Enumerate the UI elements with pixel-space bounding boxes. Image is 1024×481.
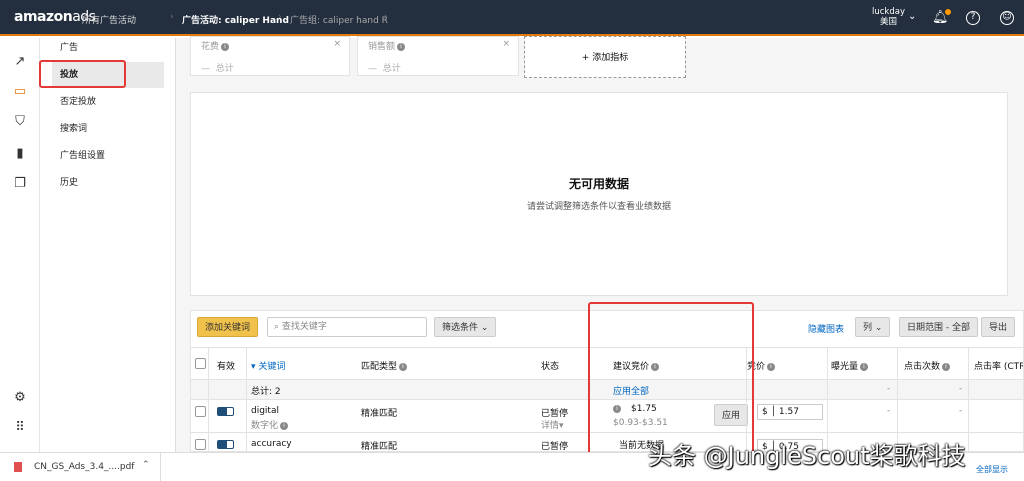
divider bbox=[246, 347, 247, 451]
watermark: 头条 @JungleScout桨歌科技 bbox=[648, 442, 966, 470]
highlight-box bbox=[39, 60, 126, 88]
pdf-file-icon bbox=[14, 462, 22, 472]
nav-item-ads[interactable]: 广告 bbox=[52, 35, 164, 61]
total-clicks: - bbox=[959, 384, 963, 394]
enabled-toggle[interactable] bbox=[217, 407, 234, 416]
nav-item-negative-targeting[interactable]: 否定投放 bbox=[52, 89, 164, 115]
info-icon: i bbox=[397, 42, 406, 51]
columns-dropdown[interactable]: 列 ⌄ bbox=[855, 317, 891, 337]
select-all-checkbox[interactable] bbox=[195, 358, 206, 369]
sub-nav: 广告 投放 否定投放 搜索词 广告组设置 历史 bbox=[40, 38, 176, 452]
help-icon[interactable]: ? bbox=[966, 11, 980, 25]
nav-item-search-terms[interactable]: 搜索词 bbox=[52, 116, 164, 142]
empty-chart-panel: 无可用数据 请尝试调整筛选条件以查看业绩数据 bbox=[190, 92, 1008, 296]
impressions: - bbox=[887, 406, 891, 416]
match-type: 精准匹配 bbox=[361, 442, 398, 452]
date-range-button[interactable]: 日期范围 - 全部 bbox=[899, 317, 978, 337]
col-match-type[interactable]: 匹配类型 i bbox=[361, 359, 408, 372]
col-enabled: 有效 bbox=[217, 362, 236, 372]
status: 已暂停 bbox=[541, 442, 569, 452]
metric-card-spend[interactable]: 花费 i × — 总计 bbox=[190, 36, 350, 76]
col-keyword[interactable]: ▾ 关键词 bbox=[251, 359, 285, 372]
account-icon[interactable]: ☺ bbox=[1000, 11, 1014, 25]
row-checkbox[interactable] bbox=[195, 439, 206, 450]
metric-title: 花费 i bbox=[201, 39, 230, 52]
icon-rail: ↗ ▭ ⛉ ▮ ❐ ⚙ ⠿ bbox=[0, 38, 40, 452]
col-status[interactable]: 状态 bbox=[541, 359, 559, 372]
gallery-icon[interactable]: ❐ bbox=[12, 176, 28, 192]
show-all-downloads-link[interactable]: 全部显示 bbox=[976, 464, 1008, 475]
apps-grid-icon[interactable]: ⠿ bbox=[12, 420, 28, 436]
divider bbox=[968, 347, 969, 451]
notification-dot bbox=[945, 9, 951, 15]
add-metric-button[interactable]: + 添加指标 bbox=[524, 36, 686, 78]
breadcrumb-separator: › bbox=[170, 12, 174, 22]
nav-item-ad-group-settings[interactable]: 广告组设置 bbox=[52, 143, 164, 169]
download-file-name[interactable]: CN_GS_Ads_3.4_....pdf bbox=[34, 462, 134, 472]
row-checkbox[interactable] bbox=[195, 406, 206, 417]
match-type: 精准匹配 bbox=[361, 409, 398, 419]
user-name: luckday bbox=[872, 7, 905, 17]
gear-icon[interactable]: ⚙ bbox=[12, 390, 28, 406]
chevron-right-icon: › bbox=[384, 12, 388, 22]
hide-chart-link[interactable]: 隐藏图表 bbox=[808, 322, 844, 335]
col-impressions[interactable]: 曝光量 i bbox=[831, 359, 869, 372]
chevron-down-icon[interactable]: ⌄ bbox=[908, 11, 916, 22]
account-switcher[interactable]: luckday 美国 bbox=[872, 7, 905, 27]
close-icon[interactable]: × bbox=[502, 39, 510, 49]
bar-chart-icon[interactable]: ▮ bbox=[12, 146, 28, 162]
enabled-toggle[interactable] bbox=[217, 440, 234, 449]
total-count: 总计: 2 bbox=[251, 387, 281, 397]
total-impressions: - bbox=[887, 384, 891, 394]
info-icon: i bbox=[767, 362, 776, 371]
top-header: amazonads 所有广告活动 › 广告活动: caliper Hand › … bbox=[0, 0, 1024, 36]
export-button[interactable]: 导出 bbox=[981, 317, 1016, 337]
search-input[interactable]: ⌕ 查找关键字 bbox=[267, 317, 427, 337]
info-icon: i bbox=[942, 362, 951, 371]
breadcrumb-all-campaigns[interactable]: 所有广告活动 bbox=[82, 13, 136, 26]
empty-title: 无可用数据 bbox=[568, 177, 629, 191]
shield-icon[interactable]: ⛉ bbox=[12, 114, 28, 130]
wallet-icon[interactable]: ▭ bbox=[12, 84, 28, 100]
status-details-link[interactable]: 详情▾ bbox=[541, 418, 564, 431]
keyword-text: accuracy bbox=[251, 439, 292, 449]
col-clicks[interactable]: 点击次数 i bbox=[904, 359, 951, 372]
breadcrumb-separator: › bbox=[278, 12, 282, 22]
trend-icon[interactable]: ↗ bbox=[12, 54, 28, 70]
keyword-text: digital bbox=[251, 406, 279, 416]
filter-dropdown[interactable]: 筛选条件 ⌄ bbox=[434, 317, 497, 337]
divider bbox=[160, 453, 161, 481]
breadcrumb-campaign[interactable]: 广告活动: caliper Hand bbox=[182, 13, 289, 26]
breadcrumb-ad-group[interactable]: 广告组: caliper hand R bbox=[290, 13, 388, 26]
clicks: - bbox=[959, 406, 963, 416]
info-icon: i bbox=[399, 362, 408, 371]
nav-item-history[interactable]: 历史 bbox=[52, 170, 164, 196]
add-keyword-button[interactable]: 添加关键词 bbox=[197, 317, 259, 337]
close-icon[interactable]: × bbox=[333, 39, 341, 49]
col-ctr[interactable]: 点击率 (CTR) bbox=[974, 359, 1023, 372]
info-icon: i bbox=[280, 421, 289, 430]
metric-sub: — 总计 bbox=[201, 64, 234, 74]
empty-description: 请尝试调整筛选条件以查看业绩数据 bbox=[526, 202, 671, 212]
divider bbox=[208, 347, 209, 451]
metric-sub: — 总计 bbox=[368, 64, 401, 74]
region: 美国 bbox=[879, 17, 897, 27]
metric-card-sales[interactable]: 销售额 i × — 总计 bbox=[357, 36, 519, 76]
info-icon: i bbox=[860, 362, 869, 371]
search-icon: ⌕ bbox=[274, 322, 280, 332]
keyword-translation: 数字化 i bbox=[251, 418, 289, 431]
info-icon: i bbox=[221, 42, 230, 51]
metric-title: 销售额 i bbox=[368, 39, 406, 52]
bid-input[interactable]: $ │ 1.57 bbox=[757, 404, 823, 420]
chevron-up-icon[interactable]: ⌃ bbox=[142, 460, 150, 470]
